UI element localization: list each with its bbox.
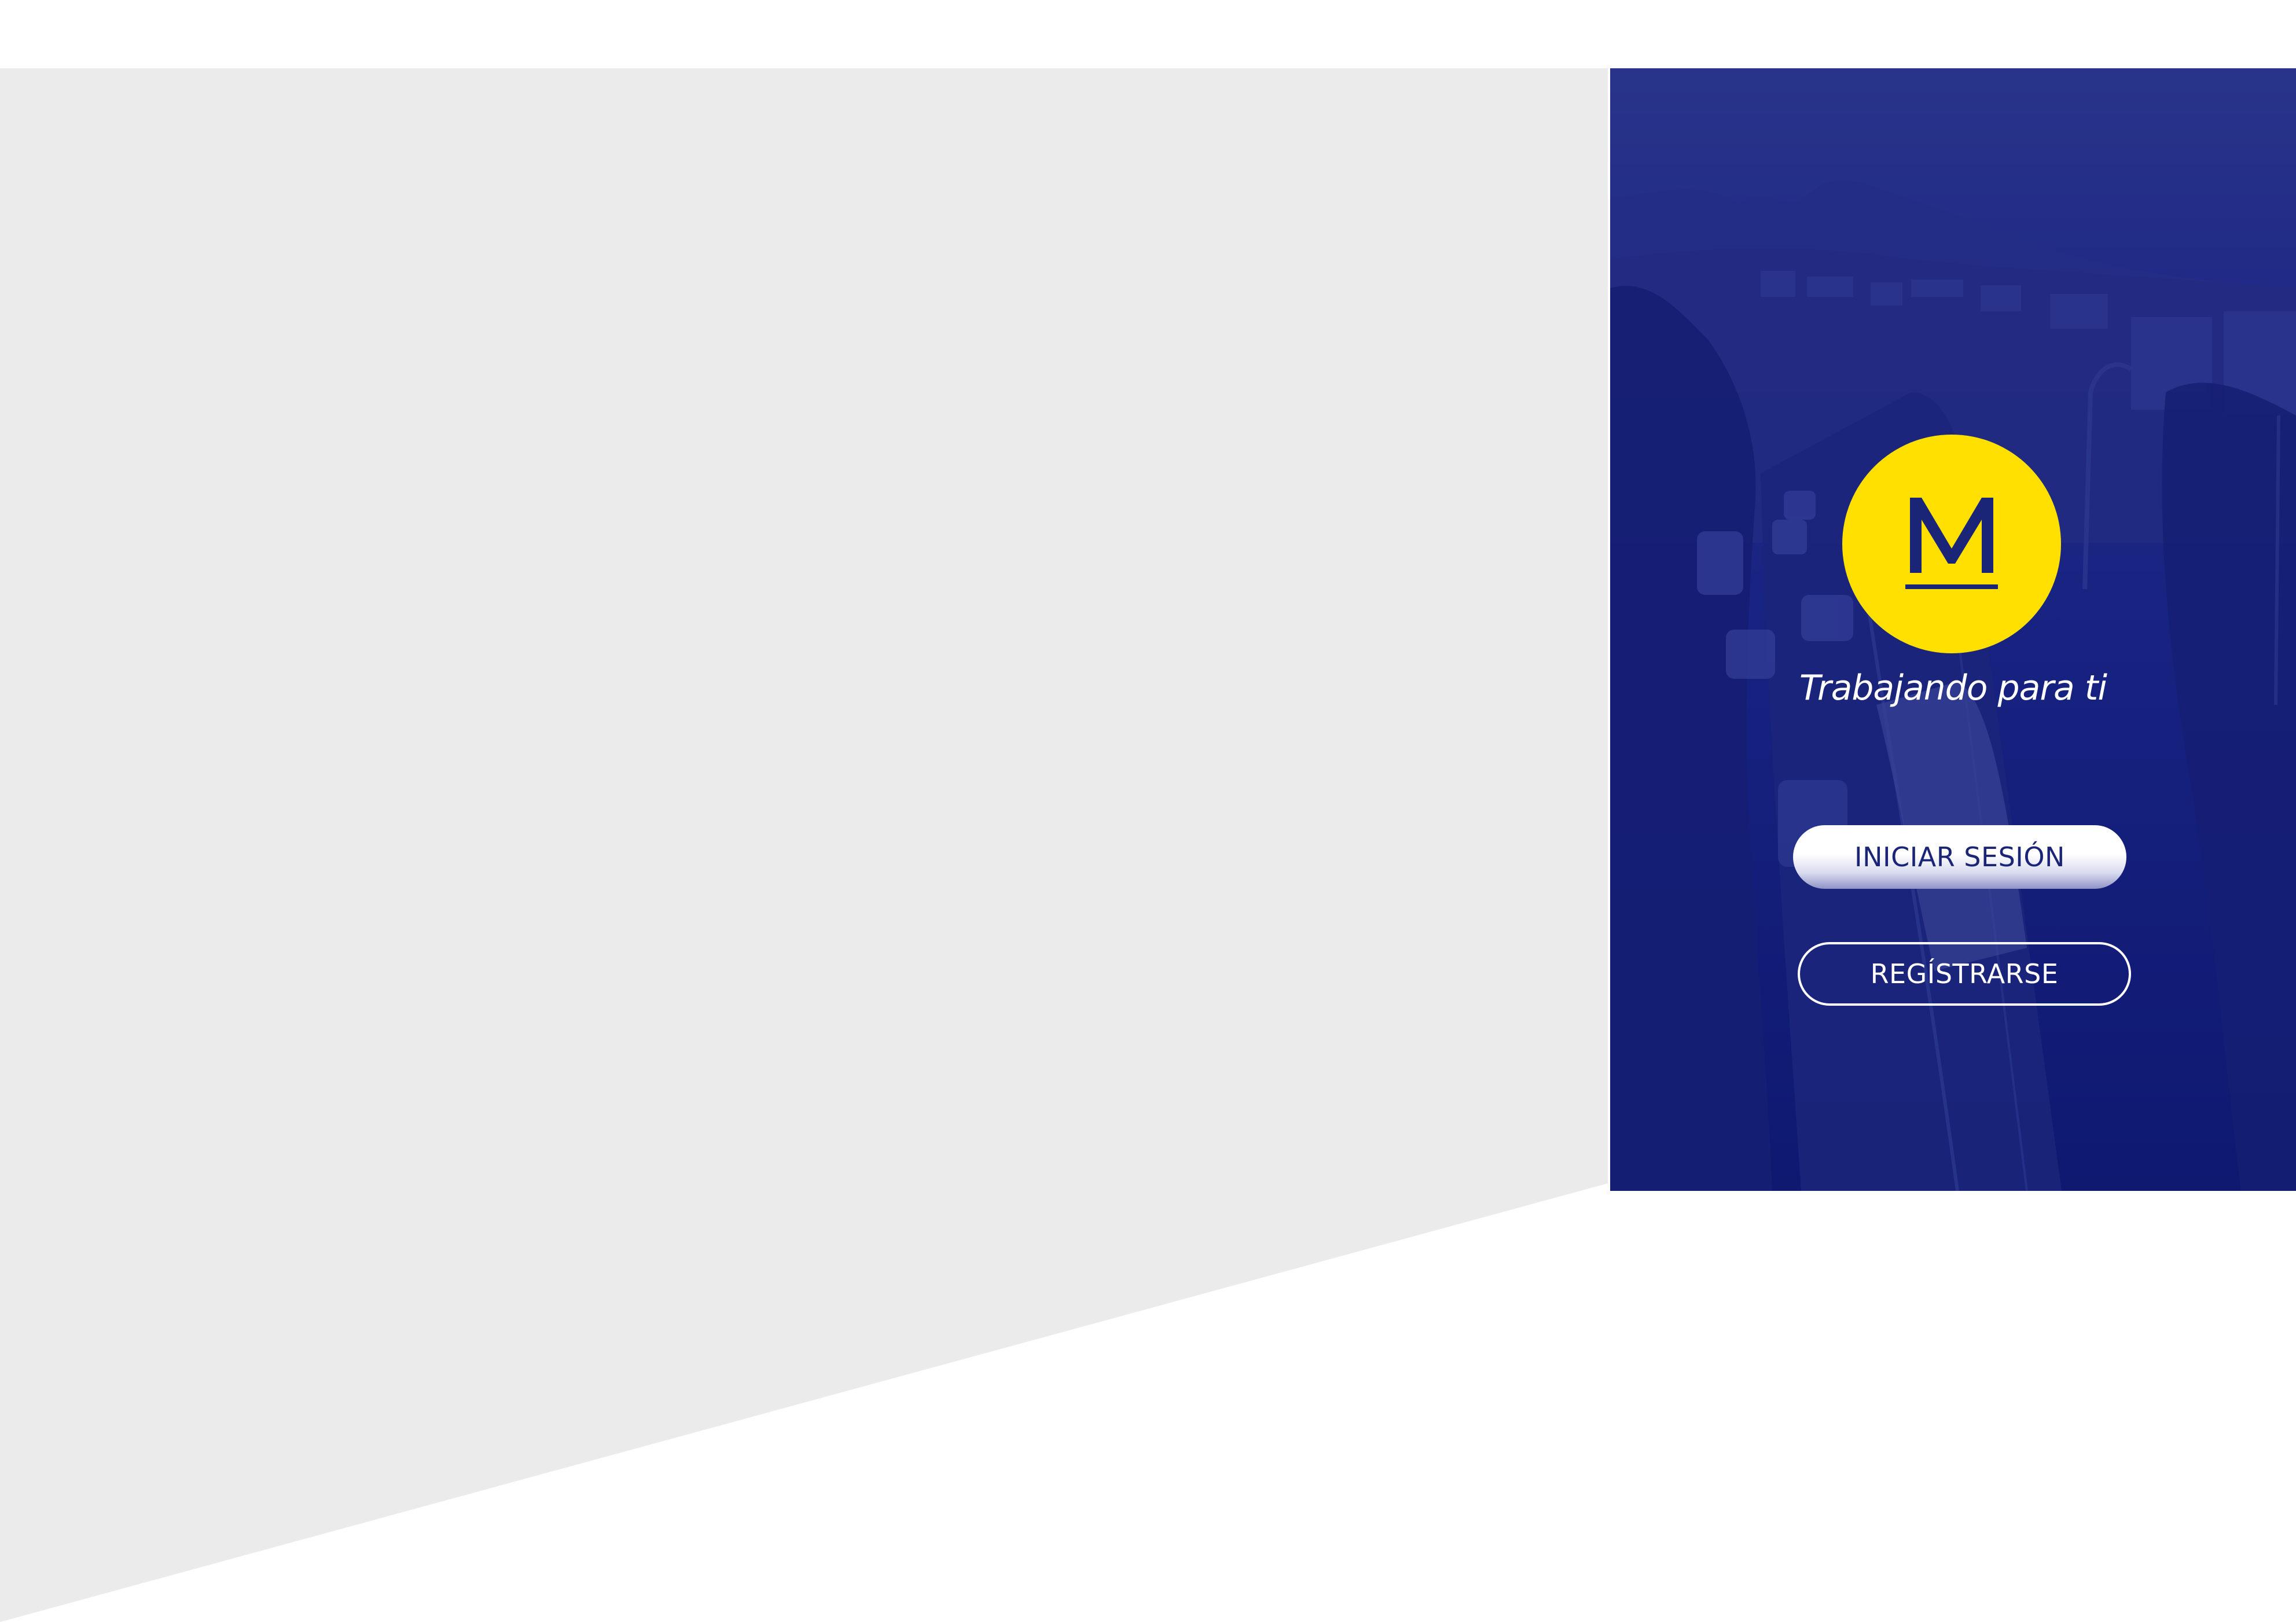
register-button[interactable]: REGÍSTRARSE <box>1798 942 2131 1006</box>
welcome-screen: Trabajando para ti INICIAR SESIÓN REGÍST… <box>1610 68 2296 1191</box>
metro-logo <box>1842 435 2061 653</box>
letter-m-icon <box>1905 498 1998 589</box>
tagline: Trabajando para ti <box>1799 668 2107 708</box>
canvas: Trabajando para ti INICIAR SESIÓN REGÍST… <box>0 0 2296 1622</box>
login-button[interactable]: INICIAR SESIÓN <box>1793 825 2126 889</box>
